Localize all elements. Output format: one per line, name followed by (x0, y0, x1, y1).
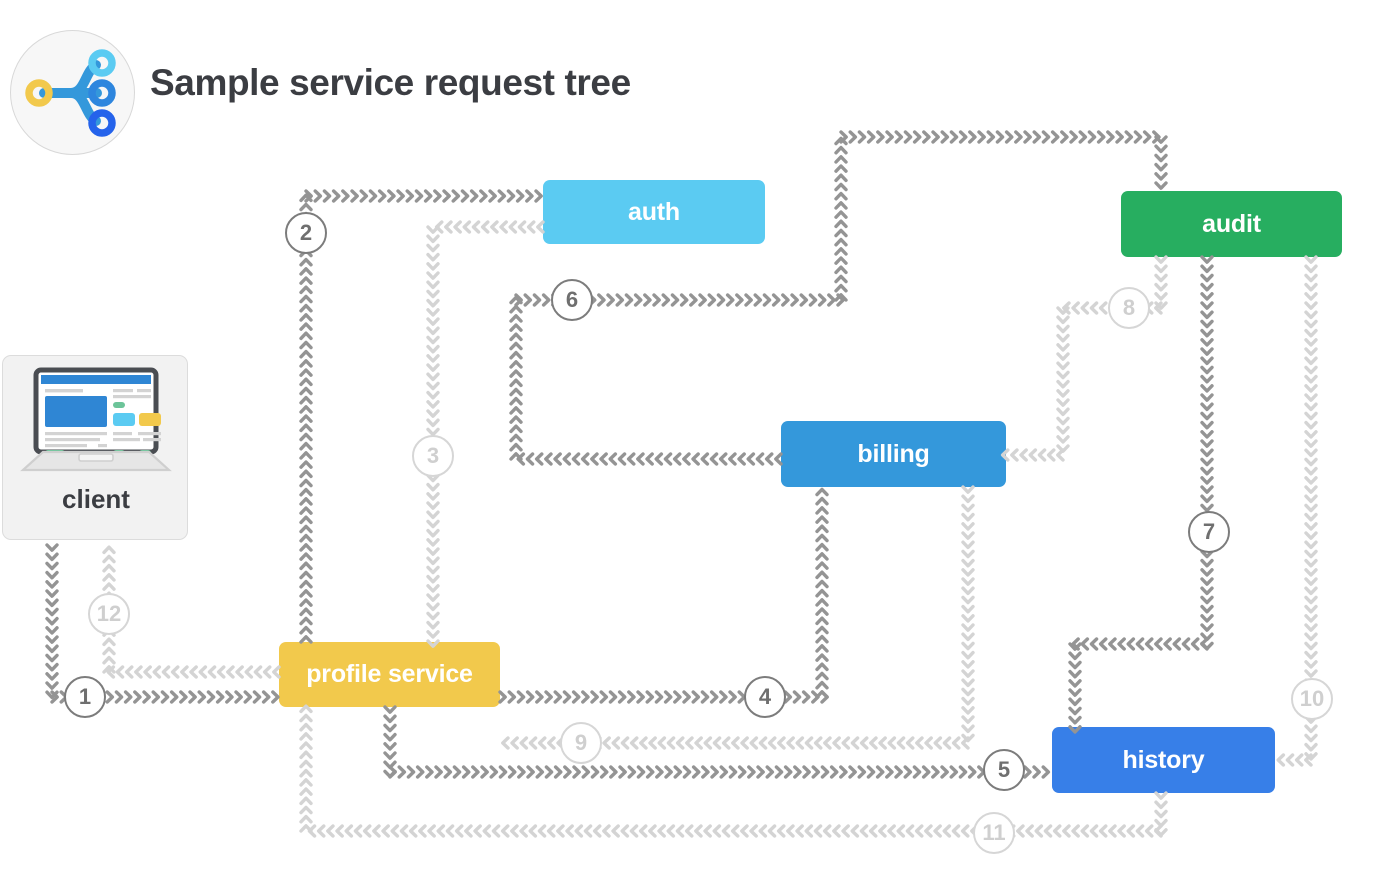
step-badge-10[interactable]: 10 (1291, 678, 1333, 720)
step-badge-3[interactable]: 3 (412, 435, 454, 477)
edge-step-6 (509, 130, 1168, 466)
step-badge-7[interactable]: 7 (1188, 511, 1230, 553)
edge-layer (45, 130, 1318, 838)
edge-step-4 (498, 487, 829, 704)
edge-step-8 (1000, 255, 1168, 462)
step-badge-4[interactable]: 4 (744, 676, 786, 718)
step-badge-5[interactable]: 5 (983, 749, 1025, 791)
step-badge-2[interactable]: 2 (285, 212, 327, 254)
edge-step-3 (426, 220, 545, 648)
step-badge-6[interactable]: 6 (551, 279, 593, 321)
step-badge-1[interactable]: 1 (64, 676, 106, 718)
step-badge-11[interactable]: 11 (973, 812, 1015, 854)
step-badge-9[interactable]: 9 (560, 722, 602, 764)
diagram-canvas: Sample service request tree client auth … (0, 0, 1400, 870)
edge-step-9 (501, 485, 975, 750)
edge-step-2 (299, 189, 543, 644)
step-badge-8[interactable]: 8 (1108, 287, 1150, 329)
step-badge-12[interactable]: 12 (88, 593, 130, 635)
edge-step-12 (102, 545, 281, 679)
edge-step-7 (1068, 255, 1214, 734)
